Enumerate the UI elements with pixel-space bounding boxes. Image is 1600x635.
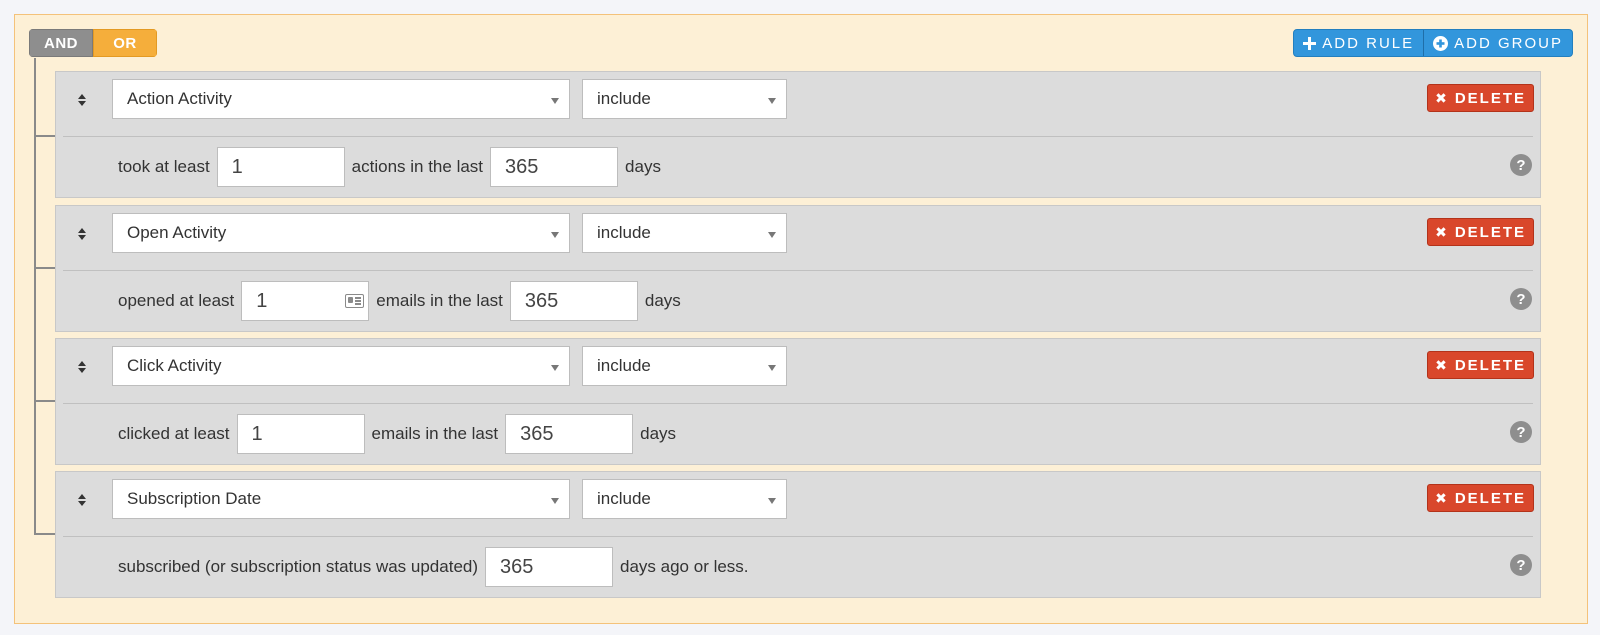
and-button[interactable]: AND — [29, 29, 93, 57]
close-icon: ✖ — [1435, 356, 1449, 373]
field-select[interactable]: Action Activity — [112, 79, 570, 119]
dropdown-arrow-icon — [551, 98, 559, 104]
rule-text: actions in the last — [351, 157, 484, 176]
count-input[interactable]: 1 — [216, 147, 345, 187]
add-rule-button[interactable]: ADD RULE — [1294, 30, 1423, 56]
dropdown-arrow-icon — [551, 365, 559, 371]
add-group-button[interactable]: ADD GROUP — [1423, 30, 1572, 56]
delete-label: DELETE — [1454, 489, 1526, 507]
delete-label: DELETE — [1454, 223, 1526, 241]
days-input[interactable]: 365 — [485, 547, 614, 587]
operator-select-value: include — [597, 489, 651, 508]
rule-text: emails in the last — [376, 291, 503, 310]
close-icon: ✖ — [1435, 223, 1449, 240]
drag-handle-icon[interactable] — [76, 226, 88, 242]
rule-text: days ago or less. — [620, 557, 749, 576]
rule-subscription-date: Subscription Date include ✖ DELETE subsc… — [55, 471, 1541, 598]
drag-handle-icon[interactable] — [76, 92, 88, 108]
delete-label: DELETE — [1454, 356, 1526, 374]
count-input-value: 1 — [256, 289, 268, 312]
operator-select[interactable]: include — [582, 479, 787, 519]
plus-circle-icon — [1433, 35, 1449, 51]
rule-value-row: took at least 1 actions in the last 365 … — [118, 146, 661, 188]
contact-card-icon[interactable] — [345, 294, 365, 308]
plus-icon — [1303, 36, 1317, 50]
operator-select[interactable]: include — [582, 213, 787, 253]
field-select[interactable]: Subscription Date — [112, 479, 570, 519]
tree-branch — [34, 267, 56, 269]
help-icon[interactable]: ? — [1510, 154, 1532, 176]
delete-button[interactable]: ✖ DELETE — [1427, 84, 1534, 112]
divider — [63, 536, 1533, 537]
field-select[interactable]: Open Activity — [112, 213, 570, 253]
add-group-label: ADD GROUP — [1454, 34, 1563, 52]
help-icon[interactable]: ? — [1510, 554, 1532, 576]
rule-click-activity: Click Activity include ✖ DELETE clicked … — [55, 338, 1541, 465]
dropdown-arrow-icon — [551, 498, 559, 504]
field-select-value: Action Activity — [127, 89, 232, 108]
drag-handle-icon[interactable] — [76, 492, 88, 508]
count-input-value: 1 — [231, 155, 243, 178]
days-input-value: 365 — [520, 422, 554, 445]
tree-branch — [34, 533, 56, 535]
operator-select-value: include — [597, 223, 651, 242]
rule-open-activity: Open Activity include ✖ DELETE opened at… — [55, 205, 1541, 332]
rule-text: days — [625, 157, 661, 176]
field-select[interactable]: Click Activity — [112, 346, 570, 386]
tree-line — [34, 58, 36, 534]
rule-group: AND OR ADD RULE ADD GROUP Action Activit… — [14, 14, 1588, 624]
rule-text: subscribed (or subscription status was u… — [118, 557, 479, 576]
divider — [63, 270, 1533, 271]
or-button[interactable]: OR — [93, 29, 157, 57]
dropdown-arrow-icon — [768, 98, 776, 104]
dropdown-arrow-icon — [768, 498, 776, 504]
dropdown-arrow-icon — [551, 232, 559, 238]
drag-handle-icon[interactable] — [76, 359, 88, 375]
rule-text: took at least — [118, 157, 210, 176]
condition-toggle: AND OR — [29, 29, 157, 57]
days-input[interactable]: 365 — [509, 281, 638, 321]
divider — [63, 136, 1533, 137]
days-input-value: 365 — [524, 289, 559, 312]
field-select-value: Click Activity — [127, 356, 222, 375]
close-icon: ✖ — [1435, 489, 1449, 506]
operator-select[interactable]: include — [582, 79, 787, 119]
delete-button[interactable]: ✖ DELETE — [1427, 218, 1534, 246]
dropdown-arrow-icon — [768, 365, 776, 371]
dropdown-arrow-icon — [768, 232, 776, 238]
rule-action-activity: Action Activity include ✖ DELETE took at… — [55, 71, 1541, 198]
rule-text: days — [640, 424, 677, 443]
field-select-value: Subscription Date — [127, 489, 262, 508]
rule-value-row: subscribed (or subscription status was u… — [118, 546, 749, 588]
help-icon[interactable]: ? — [1510, 288, 1532, 310]
days-input-value: 365 — [505, 155, 539, 178]
operator-select-value: include — [597, 89, 651, 108]
tree-branch — [34, 400, 56, 402]
delete-button[interactable]: ✖ DELETE — [1427, 351, 1534, 379]
delete-button[interactable]: ✖ DELETE — [1427, 484, 1534, 512]
rule-text: emails in the last — [371, 424, 499, 443]
operator-select[interactable]: include — [582, 346, 787, 386]
days-input-value: 365 — [500, 555, 534, 578]
group-actions: ADD RULE ADD GROUP — [1293, 29, 1573, 57]
rule-text: opened at least — [118, 291, 235, 310]
days-input[interactable]: 365 — [490, 147, 619, 187]
days-input[interactable]: 365 — [505, 414, 634, 454]
operator-select-value: include — [597, 356, 651, 375]
divider — [63, 403, 1533, 404]
delete-label: DELETE — [1454, 89, 1526, 107]
count-input[interactable]: 1 — [241, 281, 370, 321]
rule-value-row: clicked at least 1 emails in the last 36… — [118, 413, 676, 455]
close-icon: ✖ — [1435, 89, 1449, 106]
rule-value-row: opened at least 1 emails in the last 365… — [118, 280, 681, 322]
add-rule-label: ADD RULE — [1322, 34, 1415, 52]
rule-text: clicked at least — [118, 424, 230, 443]
help-icon[interactable]: ? — [1510, 421, 1532, 443]
field-select-value: Open Activity — [127, 223, 227, 242]
tree-branch — [34, 135, 56, 137]
rule-text: days — [644, 291, 681, 310]
count-input[interactable]: 1 — [236, 414, 365, 454]
count-input-value: 1 — [251, 422, 263, 445]
